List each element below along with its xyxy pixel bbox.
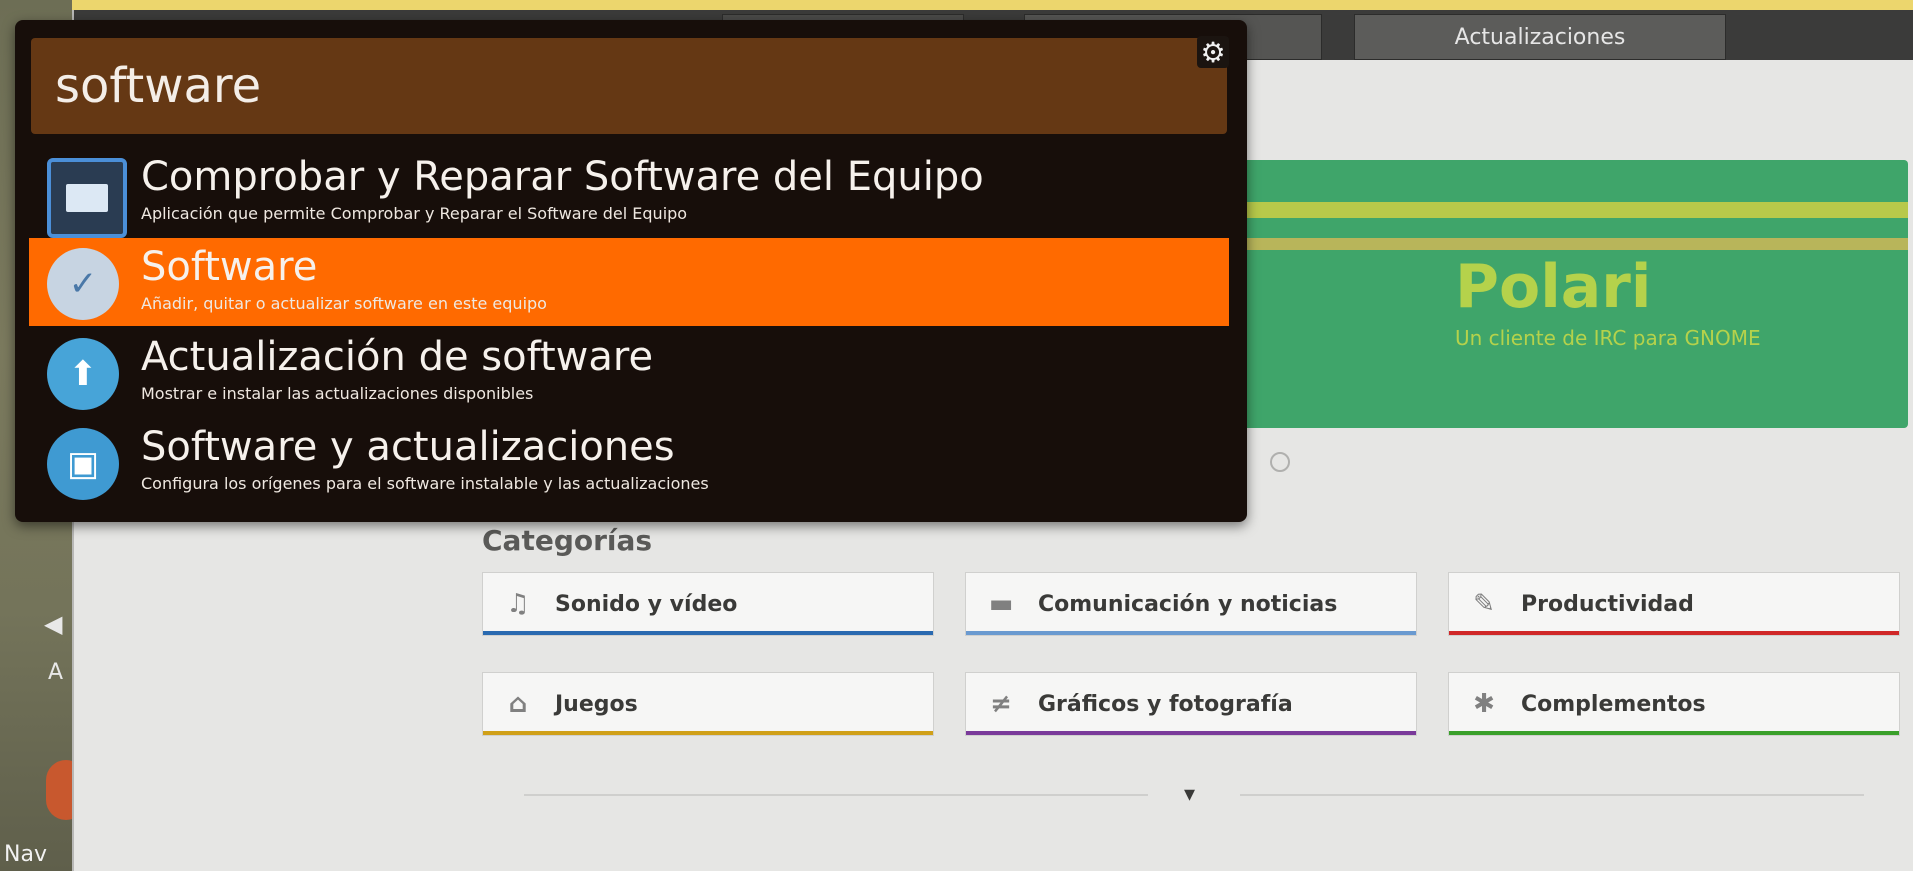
category-games[interactable]: ⌂ Juegos	[482, 672, 934, 736]
result-description: Añadir, quitar o actualizar software en …	[141, 294, 547, 313]
category-label: Complementos	[1521, 691, 1706, 717]
featured-banner[interactable]: Polari Un cliente de IRC para GNOME	[1165, 160, 1908, 428]
tab-updates-label: Actualizaciones	[1454, 24, 1626, 50]
brush-icon: ≠	[990, 689, 1012, 719]
desktop-arrow-icon: ◀	[44, 610, 63, 638]
category-color-bar	[1449, 631, 1899, 635]
category-label: Comunicación y noticias	[1038, 591, 1338, 617]
software-box-icon: ▣	[47, 428, 119, 500]
category-communication[interactable]: ▬ Comunicación y noticias	[965, 572, 1417, 636]
banner-stripe	[1165, 202, 1908, 218]
divider	[524, 794, 1148, 796]
category-color-bar	[966, 631, 1416, 635]
result-title: Software	[141, 244, 318, 290]
more-categories[interactable]: ▾	[524, 782, 1864, 807]
result-title: Software y actualizaciones	[141, 424, 675, 470]
category-color-bar	[966, 731, 1416, 735]
result-description: Mostrar e instalar las actualizaciones d…	[141, 384, 534, 403]
category-color-bar	[483, 631, 933, 635]
dash-overlay: ⚙ Comprobar y Reparar Software del Equip…	[15, 20, 1247, 522]
search-result[interactable]: ⬆ Actualización de software Mostrar e in…	[29, 328, 1229, 416]
chevron-down-icon[interactable]: ▾	[1184, 782, 1195, 807]
desktop-icon-label[interactable]: Nav	[4, 842, 47, 867]
puzzle-icon: ✱	[1473, 689, 1495, 719]
featured-title: Polari	[1455, 252, 1652, 322]
carousel-dot[interactable]	[1270, 452, 1290, 472]
category-label: Gráficos y fotografía	[1038, 691, 1293, 717]
category-color-bar	[483, 731, 933, 735]
search-result[interactable]: Comprobar y Reparar Software del Equipo …	[29, 148, 1229, 238]
category-graphics[interactable]: ≠ Gráficos y fotografía	[965, 672, 1417, 736]
desktop-letter: A	[48, 660, 64, 685]
category-color-bar	[1449, 731, 1899, 735]
category-label: Sonido y vídeo	[555, 591, 738, 617]
category-label: Productividad	[1521, 591, 1694, 617]
software-bag-icon: ✓	[47, 248, 119, 320]
search-result[interactable]: ▣ Software y actualizaciones Configura l…	[29, 418, 1229, 506]
result-description: Configura los orígenes para el software …	[141, 474, 709, 493]
update-arrow-icon: ⬆	[47, 338, 119, 410]
result-description: Aplicación que permite Comprobar y Repar…	[141, 204, 688, 223]
edit-icon: ✎	[1473, 589, 1495, 619]
result-title: Actualización de software	[141, 334, 654, 380]
result-title: Comprobar y Reparar Software del Equipo	[141, 154, 984, 200]
dash-search-input[interactable]	[53, 57, 1227, 115]
gear-icon[interactable]: ⚙	[1197, 36, 1229, 69]
divider	[1240, 794, 1864, 796]
category-productivity[interactable]: ✎ Productividad	[1448, 572, 1900, 636]
banner-stripe	[1165, 238, 1908, 250]
featured-subtitle: Un cliente de IRC para GNOME	[1455, 326, 1761, 350]
dash-search-box[interactable]	[31, 38, 1227, 134]
category-addons[interactable]: ✱ Complementos	[1448, 672, 1900, 736]
chat-bubble-icon: ▬	[988, 589, 1014, 619]
category-label: Juegos	[555, 691, 638, 717]
categories-heading: Categorías	[482, 524, 653, 557]
gamepad-icon: ⌂	[508, 689, 528, 719]
tab-updates[interactable]: Actualizaciones	[1354, 14, 1726, 60]
monitor-check-icon	[47, 158, 127, 238]
category-sound-video[interactable]: ♫ Sonido y vídeo	[482, 572, 934, 636]
music-note-icon: ♫	[506, 589, 530, 619]
search-result-selected[interactable]: ✓ Software Añadir, quitar o actualizar s…	[29, 238, 1229, 326]
